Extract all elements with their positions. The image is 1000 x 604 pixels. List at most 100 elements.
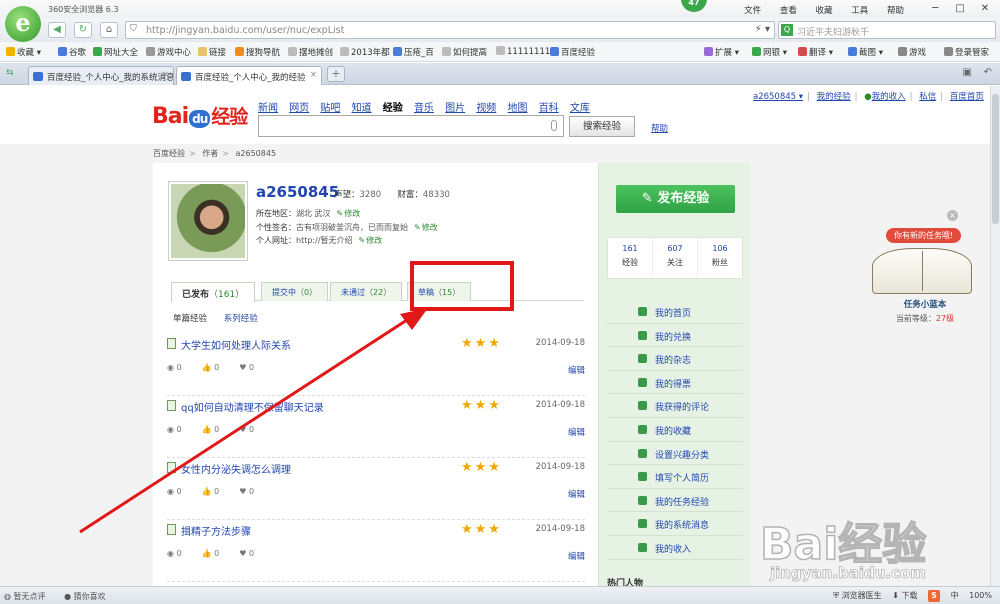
nav-news[interactable]: 新闻 [258, 103, 278, 114]
edit-link[interactable]: 编辑 [568, 488, 585, 500]
tool-bank[interactable]: 网银 ▾ [752, 46, 787, 58]
nav-video[interactable]: 视频 [476, 103, 496, 114]
recommend-status[interactable]: ● 猜你喜欢 [64, 592, 106, 601]
edit-link[interactable]: 编辑 [568, 550, 585, 562]
fav-item[interactable]: 如何提高 [442, 46, 487, 58]
task-bubble[interactable]: 你有新的任务哦! [886, 228, 962, 243]
notification-badge[interactable]: 47 [681, 0, 707, 12]
fav-item[interactable]: 收藏 ▾ [6, 46, 41, 58]
tool-screenshot[interactable]: 截图 ▾ [848, 46, 883, 58]
menu-view[interactable]: 查看 [780, 6, 797, 16]
refresh-icon[interactable]: ↻ [74, 22, 92, 38]
sidebar-item-tasks[interactable]: 我的任务经验 [607, 489, 743, 513]
nav-zhidao[interactable]: 知道 [352, 103, 372, 114]
fav-item[interactable]: 链接 [198, 46, 226, 58]
help-link[interactable]: 帮助 [651, 122, 668, 134]
baidu-logo[interactable]: Bai du 经验 [152, 102, 248, 129]
tab-submitting[interactable]: 提交中（0） [261, 282, 329, 301]
edit-signature-link[interactable]: 修改 [414, 223, 438, 232]
site-search-input[interactable] [258, 115, 564, 137]
sidebar-item-comments[interactable]: 我获得的评论 [607, 394, 743, 418]
sidebar-item-votes[interactable]: 我的得票 [607, 371, 743, 395]
subtab-series[interactable]: 系列经验 [224, 314, 258, 324]
menu-tools[interactable]: 工具 [851, 6, 868, 16]
scrollbar[interactable] [990, 86, 1000, 586]
edit-link[interactable]: 编辑 [568, 426, 585, 438]
maximize-button[interactable]: □ [949, 1, 971, 17]
nav-tieba[interactable]: 贴吧 [320, 103, 340, 114]
fav-item[interactable]: 网址大全 [93, 46, 138, 58]
address-dropdown-icon[interactable]: ⚡ ▾ [755, 24, 770, 35]
fav-item[interactable]: 摆地摊创 [288, 46, 333, 58]
breadcrumb-author[interactable]: 作者 [202, 149, 218, 158]
sidebar-item-home[interactable]: 我的首页 [607, 300, 743, 324]
baidu-home-link[interactable]: 百度首页 [950, 92, 984, 102]
new-tab-button[interactable]: + [327, 66, 345, 82]
back-icon[interactable]: ◀ [48, 22, 66, 38]
article-title[interactable]: 女性内分泌失调怎么调理 [181, 461, 291, 476]
count-following[interactable]: 607 关注 [653, 238, 698, 278]
tab-list-icon[interactable]: ⇆ [6, 68, 14, 78]
nav-jingyan[interactable]: 经验 [383, 103, 403, 114]
nav-web[interactable]: 网页 [289, 103, 309, 114]
tab-system-messages[interactable]: 百度经验_个人中心_我的系统消息 × [28, 66, 174, 85]
task-widget[interactable]: × 你有新的任务哦! 任务小蓝本 当前等级：27级 [866, 210, 984, 323]
publish-experience-button[interactable]: ✎ 发布经验 [616, 185, 735, 213]
my-income-link[interactable]: 我的收入 [872, 92, 906, 102]
fav-item[interactable]: 2013年都 [340, 46, 390, 58]
tab-rejected[interactable]: 未通过（22） [330, 282, 403, 301]
avatar[interactable] [168, 181, 248, 261]
menu-file[interactable]: 文件 [744, 6, 761, 16]
nav-wenku[interactable]: 文库 [570, 103, 590, 114]
ime-mode[interactable]: 中 [951, 591, 959, 600]
download-button[interactable]: ⬇ 下载 [892, 591, 917, 600]
microphone-icon[interactable] [551, 120, 557, 131]
sidebar-item-interests[interactable]: 设置兴趣分类 [607, 442, 743, 466]
home-icon[interactable]: ⌂ [100, 22, 118, 38]
fav-item[interactable]: 11111111 [496, 46, 550, 57]
search-experience-button[interactable]: 搜索经验 [569, 116, 635, 137]
sidebar-item-favorites[interactable]: 我的收藏 [607, 418, 743, 442]
close-icon[interactable]: × [947, 210, 958, 221]
edit-url-link[interactable]: 修改 [359, 236, 383, 245]
sidebar-item-income[interactable]: 我的收入 [607, 536, 743, 560]
article-title[interactable]: 揖精子方法步骤 [181, 523, 251, 538]
zoom-level[interactable]: 100% [969, 591, 992, 600]
article-title[interactable]: qq如何自动清理不保留聊天记录 [181, 399, 324, 414]
menu-help[interactable]: 帮助 [887, 6, 904, 16]
tab-published[interactable]: 已发布（161） [171, 282, 256, 302]
rating-status[interactable]: ◍ 暂无点评 [4, 592, 46, 601]
nav-images[interactable]: 图片 [445, 103, 465, 114]
undo-close-icon[interactable]: ↶ [984, 67, 992, 78]
browser-logo-icon[interactable]: e [5, 6, 41, 42]
tab-my-experience[interactable]: 百度经验_个人中心_我的经验 × [176, 66, 322, 85]
tab-grid-icon[interactable]: ▣ [963, 67, 972, 78]
tool-translate[interactable]: 翻译 ▾ [798, 46, 833, 58]
sidebar-item-magazine[interactable]: 我的杂志 [607, 347, 743, 371]
sidebar-item-system-messages[interactable]: 我的系统消息 [607, 512, 743, 536]
messages-link[interactable]: 私信 [919, 92, 936, 102]
fav-item[interactable]: 谷歌 [58, 46, 86, 58]
sidebar-item-exchange[interactable]: 我的兑换 [607, 324, 743, 348]
count-experience[interactable]: 161 经验 [608, 238, 653, 278]
article-title[interactable]: 大学生如何处理人际关系 [181, 337, 291, 352]
minimize-button[interactable]: ─ [924, 1, 946, 17]
subtab-single[interactable]: 单篇经验 [173, 314, 207, 324]
sidebar-item-resume[interactable]: 填写个人简历 [607, 465, 743, 489]
username[interactable]: a2650845 [256, 183, 339, 201]
search-box[interactable]: Q 习近平夫妇游秋千 [778, 21, 996, 39]
scrollbar-thumb[interactable] [992, 94, 999, 224]
close-button[interactable]: ✕ [974, 1, 996, 17]
count-fans[interactable]: 106 粉丝 [698, 238, 742, 278]
nav-map[interactable]: 地图 [508, 103, 528, 114]
my-experience-link[interactable]: 我的经验 [817, 92, 851, 102]
sogou-ime-icon[interactable]: S [928, 590, 941, 602]
tool-login-manager[interactable]: 登录管家 [944, 46, 989, 58]
edit-location-link[interactable]: 修改 [337, 209, 361, 218]
fav-item[interactable]: 压疮_百 [393, 46, 434, 58]
address-bar[interactable]: ⛉ http://jingyan.baidu.com/user/nuc/expL… [125, 21, 775, 39]
tool-extensions[interactable]: 扩展 ▾ [704, 46, 739, 58]
nav-baike[interactable]: 百科 [539, 103, 559, 114]
user-menu-link[interactable]: a2650845 ▾ [753, 92, 803, 102]
edit-link[interactable]: 编辑 [568, 364, 585, 376]
